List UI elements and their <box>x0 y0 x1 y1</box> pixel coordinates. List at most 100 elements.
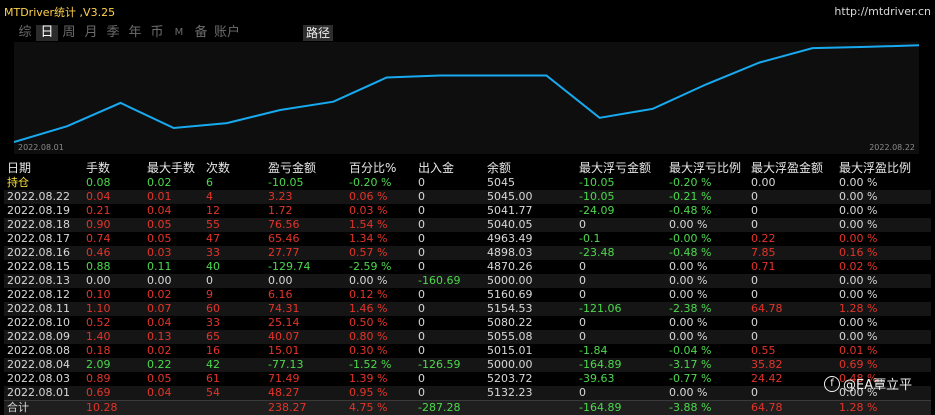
equity-chart: 2022.08.01 2022.08.22 <box>14 42 919 154</box>
table-cell: 5045 <box>484 176 576 190</box>
table-cell: 0 <box>748 330 836 344</box>
column-header[interactable]: 盈亏金额 <box>265 159 346 176</box>
table-cell: 5154.53 <box>484 302 576 316</box>
table-row[interactable]: 2022.08.190.210.04121.720.03 %05041.77-2… <box>4 204 931 218</box>
table-cell: 9 <box>203 288 265 302</box>
table-cell: 0.02 <box>144 176 203 190</box>
table-cell: 0.18 <box>83 344 144 358</box>
table-row[interactable]: 2022.08.170.740.054765.461.34 %04963.49-… <box>4 232 931 246</box>
tab-7[interactable]: M <box>168 25 190 41</box>
table-cell: 2022.08.22 <box>4 190 83 204</box>
table-cell: 7.85 <box>748 246 836 260</box>
table-cell: 0.16 % <box>836 246 931 260</box>
tab-6[interactable]: 币 <box>146 25 168 41</box>
table-cell: -1.52 % <box>346 358 415 372</box>
table-row[interactable]: 2022.08.150.880.1140-129.74-2.59 %04870.… <box>4 260 931 274</box>
table-cell: 1.54 % <box>346 218 415 232</box>
table-row[interactable]: 2022.08.220.040.0143.230.06 %05045.00-10… <box>4 190 931 204</box>
table-cell: 47 <box>203 232 265 246</box>
table-cell: 0.69 <box>83 386 144 401</box>
table-cell: 25.14 <box>265 316 346 330</box>
table-row[interactable]: 2022.08.010.690.045448.270.95 %05132.230… <box>4 386 931 401</box>
table-cell: 6 <box>203 176 265 190</box>
tab-4[interactable]: 季 <box>102 25 124 41</box>
table-cell: 2022.08.19 <box>4 204 83 218</box>
table-cell: 1.72 <box>265 204 346 218</box>
table-cell: 0.71 <box>748 260 836 274</box>
tab-2[interactable]: 周 <box>58 25 80 41</box>
table-cell: 持仓 <box>4 176 83 190</box>
table-cell: 33 <box>203 316 265 330</box>
table-cell: 0.80 % <box>346 330 415 344</box>
table-cell: 0.03 <box>144 246 203 260</box>
table-cell: 65.46 <box>265 232 346 246</box>
column-header[interactable]: 最大浮亏比例 <box>666 159 748 176</box>
table-cell: -121.06 <box>576 302 666 316</box>
table-row[interactable]: 2022.08.120.100.0296.160.12 %05160.6900.… <box>4 288 931 302</box>
table-cell: 0.11 <box>144 260 203 274</box>
table-cell: 0 <box>748 386 836 401</box>
period-tab-bar: 综日周月季年币M备账户 <box>14 25 242 41</box>
website-link[interactable]: http://mtdriver.cn <box>834 5 931 18</box>
table-cell: 5000.00 <box>484 274 576 288</box>
weibo-logo-icon: f <box>824 376 840 392</box>
table-cell: 54 <box>203 386 265 401</box>
table-row[interactable]: 2022.08.030.890.056171.491.39 %05203.72-… <box>4 372 931 386</box>
table-cell: -10.05 <box>265 176 346 190</box>
table-row[interactable]: 2022.08.111.100.076074.311.46 %05154.53-… <box>4 302 931 316</box>
path-button[interactable]: 路径 <box>303 25 333 41</box>
table-cell: 16 <box>203 344 265 358</box>
table-cell: 0.04 <box>144 204 203 218</box>
table-cell: 55 <box>203 218 265 232</box>
table-row[interactable]: 2022.08.042.090.2242-77.13-1.52 %-126.59… <box>4 358 931 372</box>
tab-3[interactable]: 月 <box>80 25 102 41</box>
table-cell: 5055.08 <box>484 330 576 344</box>
table-cell: 0.00 % <box>836 288 931 302</box>
table-cell: 0.05 <box>144 218 203 232</box>
table-cell: 71.49 <box>265 372 346 386</box>
column-header[interactable]: 余额 <box>484 159 576 176</box>
tab-0[interactable]: 综 <box>14 25 36 41</box>
table-row[interactable]: 持仓0.080.026-10.05-0.20 %05045-10.05-0.20… <box>4 176 931 190</box>
table-row[interactable]: 2022.08.160.460.033327.770.57 %04898.03-… <box>4 246 931 260</box>
tab-9[interactable]: 账户 <box>212 25 242 41</box>
column-header[interactable]: 出入金 <box>415 159 484 176</box>
table-cell: -0.48 % <box>666 204 748 218</box>
table-row[interactable]: 2022.08.100.520.043325.140.50 %05080.220… <box>4 316 931 330</box>
table-row[interactable]: 2022.08.080.180.021615.010.30 %05015.01-… <box>4 344 931 358</box>
table-cell: 27.77 <box>265 246 346 260</box>
column-header[interactable]: 最大浮亏金额 <box>576 159 666 176</box>
column-header[interactable]: 日期 <box>4 159 83 176</box>
tab-1[interactable]: 日 <box>36 25 58 41</box>
table-cell: -77.13 <box>265 358 346 372</box>
column-header[interactable]: 最大浮盈比例 <box>836 159 931 176</box>
table-cell: 0.69 % <box>836 358 931 372</box>
table-cell: 0 <box>415 190 484 204</box>
title-bar: MTDriver统计 ,V3.25 http://mtdriver.cn <box>0 0 935 22</box>
table-cell: 12 <box>203 204 265 218</box>
table-cell: 0.12 % <box>346 288 415 302</box>
column-header[interactable]: 次数 <box>203 159 265 176</box>
table-cell: 2022.08.11 <box>4 302 83 316</box>
column-header[interactable]: 最大浮盈金额 <box>748 159 836 176</box>
tab-8[interactable]: 备 <box>190 25 212 41</box>
table-cell: 74.31 <box>265 302 346 316</box>
table-cell: -0.48 % <box>666 246 748 260</box>
table-cell: 5045.00 <box>484 190 576 204</box>
column-header[interactable]: 最大手数 <box>144 159 203 176</box>
column-header[interactable]: 手数 <box>83 159 144 176</box>
table-cell: 1.34 % <box>346 232 415 246</box>
table-cell: 0 <box>415 302 484 316</box>
table-row[interactable]: 2022.08.130.000.0000.000.00 %-160.695000… <box>4 274 931 288</box>
table-row[interactable]: 2022.08.180.900.055576.561.54 %05040.050… <box>4 218 931 232</box>
table-cell: 0.00 % <box>836 176 931 190</box>
table-cell: 40 <box>203 260 265 274</box>
x-start-label: 2022.08.01 <box>18 143 64 152</box>
column-header[interactable]: 百分比% <box>346 159 415 176</box>
table-cell: 5000.00 <box>484 358 576 372</box>
table-cell: 0.00 % <box>666 330 748 344</box>
table-cell: -3.17 % <box>666 358 748 372</box>
tab-5[interactable]: 年 <box>124 25 146 41</box>
table-row[interactable]: 2022.08.091.400.136540.070.80 %05055.080… <box>4 330 931 344</box>
table-cell: 0.06 % <box>346 190 415 204</box>
